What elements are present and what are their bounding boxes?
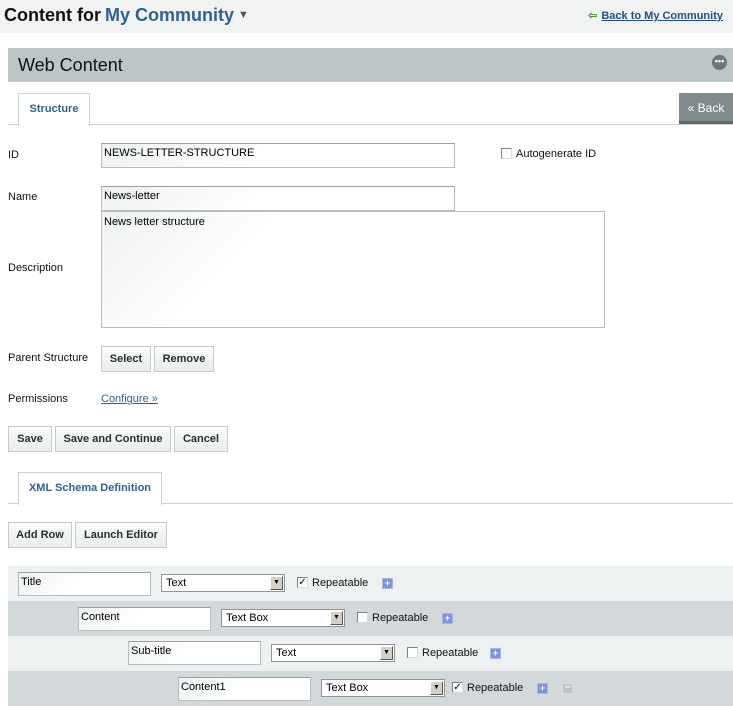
cancel-button[interactable]: Cancel bbox=[174, 426, 228, 452]
id-label: ID bbox=[8, 149, 19, 161]
configure-permissions-link[interactable]: Configure » bbox=[101, 393, 158, 405]
tab-divider bbox=[8, 124, 733, 125]
element-type-select[interactable]: Text ▼ bbox=[271, 644, 395, 662]
repeatable-label: Repeatable bbox=[312, 577, 369, 589]
autogenerate-id-checkbox[interactable] bbox=[501, 148, 512, 159]
repeatable-checkbox[interactable]: ✓ bbox=[452, 682, 463, 693]
parent-structure-label: Parent Structure bbox=[8, 352, 89, 364]
id-field[interactable]: NEWS-LETTER-STRUCTURE bbox=[101, 143, 455, 168]
page-title: Content for My Community ▼ bbox=[4, 5, 249, 26]
name-label: Name bbox=[8, 191, 38, 203]
save-button[interactable]: Save bbox=[8, 426, 52, 452]
element-type-select[interactable]: Text Box ▼ bbox=[221, 609, 345, 627]
remove-button[interactable]: Remove bbox=[154, 346, 214, 372]
chevron-down-icon[interactable]: ▼ bbox=[238, 9, 249, 21]
element-name-field[interactable]: Content bbox=[78, 607, 211, 631]
dropdown-arrow-icon: ▼ bbox=[270, 576, 283, 590]
repeatable-label: Repeatable bbox=[467, 682, 524, 694]
description-textarea[interactable]: News letter structure bbox=[101, 211, 605, 328]
tab-xml-schema-definition[interactable]: XML Schema Definition bbox=[18, 472, 162, 505]
repeatable-label: Repeatable bbox=[422, 647, 479, 659]
xsd-row: Content1 Text Box ▼ ✓ Repeatable + − bbox=[8, 671, 733, 706]
back-link-label: Back to My Community bbox=[601, 10, 723, 22]
title-prefix: Content for bbox=[4, 5, 101, 25]
select-value: Text bbox=[276, 647, 297, 659]
save-and-continue-button[interactable]: Save and Continue bbox=[55, 426, 171, 452]
element-name-field[interactable]: Sub-title bbox=[128, 641, 261, 665]
back-arrow-icon: ⇦ bbox=[588, 10, 598, 22]
element-type-select[interactable]: Text Box ▼ bbox=[321, 679, 445, 697]
repeatable-checkbox[interactable]: ✓ bbox=[297, 577, 308, 588]
permissions-label: Permissions bbox=[8, 393, 68, 405]
element-type-select[interactable]: Text ▼ bbox=[161, 574, 285, 592]
select-button[interactable]: Select bbox=[101, 346, 151, 372]
remove-row-icon[interactable]: − bbox=[562, 683, 573, 694]
tab-structure[interactable]: Structure bbox=[18, 93, 90, 126]
portlet-header: Web Content ••• bbox=[8, 48, 733, 82]
description-label: Description bbox=[8, 262, 64, 274]
launch-editor-button[interactable]: Launch Editor bbox=[75, 522, 167, 548]
select-value: Text bbox=[166, 577, 187, 589]
repeatable-label: Repeatable bbox=[372, 612, 429, 624]
autogenerate-id-label: Autogenerate ID bbox=[516, 148, 597, 160]
add-child-icon[interactable]: + bbox=[490, 648, 501, 659]
options-icon[interactable]: ••• bbox=[712, 55, 727, 70]
add-child-icon[interactable]: + bbox=[442, 613, 453, 624]
select-value: Text Box bbox=[326, 682, 369, 694]
dropdown-arrow-icon: ▼ bbox=[380, 646, 393, 660]
back-to-community-link[interactable]: ⇦ Back to My Community bbox=[588, 9, 723, 22]
top-bar: Content for My Community ▼ ⇦ Back to My Com… bbox=[0, 0, 733, 33]
select-value: Text Box bbox=[226, 612, 269, 624]
repeatable-checkbox[interactable] bbox=[357, 612, 368, 623]
add-row-button[interactable]: Add Row bbox=[8, 522, 72, 548]
xsd-row: Content Text Box ▼ Repeatable + bbox=[8, 601, 733, 636]
xsd-row: Title Text ▼ ✓ Repeatable + bbox=[8, 566, 733, 601]
portlet-title: Web Content bbox=[18, 55, 123, 75]
add-child-icon[interactable]: + bbox=[537, 683, 548, 694]
community-selector[interactable]: My Community bbox=[105, 5, 234, 25]
xsd-row: Sub-title Text ▼ Repeatable + bbox=[8, 636, 733, 671]
name-field[interactable]: News-letter bbox=[101, 186, 455, 211]
repeatable-checkbox[interactable] bbox=[407, 647, 418, 658]
back-button[interactable]: « Back bbox=[679, 93, 733, 124]
dropdown-arrow-icon: ▼ bbox=[330, 611, 343, 625]
dropdown-arrow-icon: ▼ bbox=[430, 681, 443, 695]
add-child-icon[interactable]: + bbox=[382, 578, 393, 589]
element-name-field[interactable]: Title bbox=[18, 572, 151, 596]
element-name-field[interactable]: Content1 bbox=[178, 677, 311, 701]
